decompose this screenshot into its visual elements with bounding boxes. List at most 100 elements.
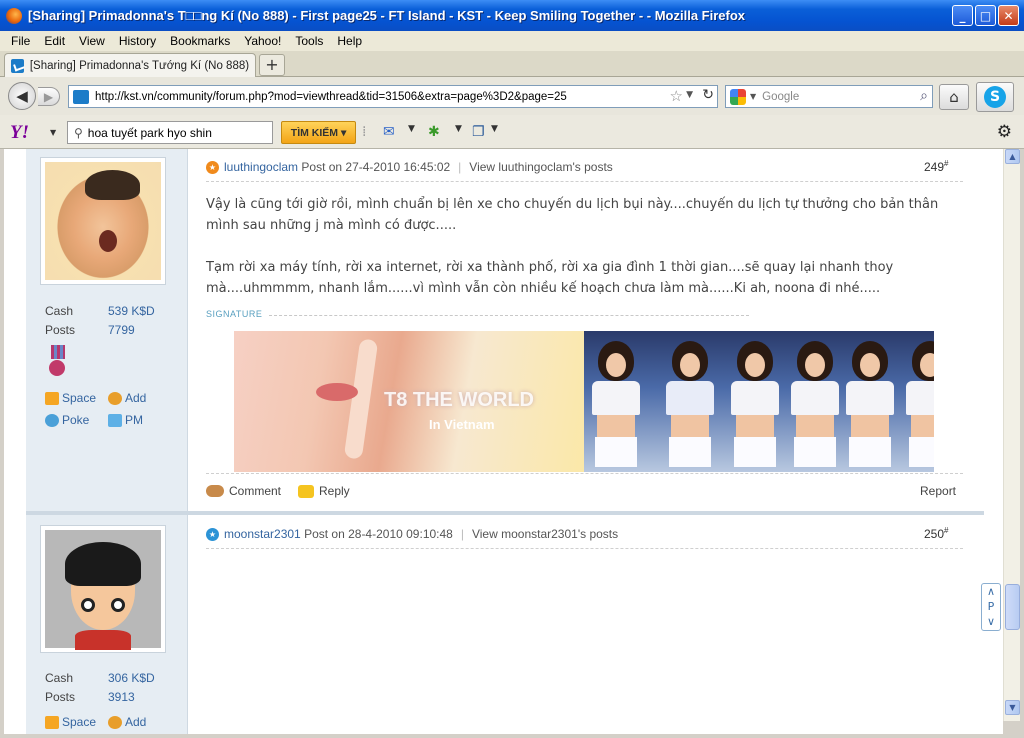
- yahoo-search-query[interactable]: hoa tuyết park hyo shin: [88, 126, 212, 140]
- post-separator: [26, 511, 984, 515]
- scrollbar-thumb[interactable]: [1005, 584, 1020, 630]
- search-icon[interactable]: ⌕: [920, 88, 928, 104]
- bookmark-star-icon[interactable]: ☆: [670, 87, 683, 105]
- tab-strip: [Sharing] Primadonna's Tướng Kí (No 888)…: [0, 51, 1024, 77]
- report-button[interactable]: Report: [920, 484, 956, 498]
- posts-count[interactable]: 3913: [108, 690, 135, 704]
- mail-dropdown-icon[interactable]: ▼: [408, 124, 415, 134]
- mail-icon[interactable]: ✉: [383, 124, 395, 140]
- menu-tools[interactable]: Tools: [288, 34, 330, 48]
- posts-label: Posts: [45, 323, 76, 337]
- online-star-icon: ★: [206, 160, 219, 174]
- posts-count[interactable]: 7799: [108, 323, 135, 337]
- post-header: ★ luuthingoclam Post on 27-4-2010 16:45:…: [206, 160, 613, 174]
- signature-divider: [269, 315, 749, 316]
- cash-label: Cash: [45, 304, 74, 318]
- scroll-down-arrow-icon[interactable]: ▼: [1005, 700, 1020, 715]
- url-bar[interactable]: http://kst.vn/community/forum.php?mod=vi…: [68, 85, 718, 108]
- search-bar[interactable]: ▼ Google ⌕: [725, 85, 933, 108]
- yahoo-search-input[interactable]: ⚲ hoa tuyết park hyo shin: [67, 121, 273, 144]
- post-header-divider: [206, 548, 963, 549]
- view-author-posts-link[interactable]: View luuthingoclam's posts: [469, 160, 612, 174]
- menu-file[interactable]: File: [4, 34, 37, 48]
- post-author[interactable]: luuthingoclam: [224, 160, 298, 174]
- yahoo-toolbar: Y! ▼ ⚲ hoa tuyết park hyo shin TÌM KIẾM …: [0, 115, 1024, 149]
- mail-pm-icon: [108, 413, 122, 427]
- vertical-scrollbar[interactable]: ▲ ▼: [1003, 149, 1020, 721]
- add-friend-link[interactable]: Add: [108, 715, 146, 729]
- medal-icon[interactable]: [49, 345, 67, 377]
- skype-icon: S: [984, 86, 1006, 108]
- scroll-up-arrow-icon[interactable]: ▲: [1005, 149, 1020, 164]
- minimize-button[interactable]: _: [952, 5, 973, 26]
- banner-title: T8 THE WORLD: [384, 389, 534, 411]
- home-button[interactable]: ⌂: [939, 84, 969, 110]
- home-space-icon: [45, 391, 59, 405]
- close-button[interactable]: ✕: [998, 5, 1019, 26]
- forum-page: Cash 539 K$D Posts 7799 Space Add Poke P…: [4, 149, 1003, 734]
- post-message: Vậy là cũng tới giờ rồi, mình chuẩn bị l…: [206, 194, 966, 320]
- bookmarks-icon[interactable]: ❐: [472, 124, 485, 140]
- post-footer-divider: [206, 473, 963, 474]
- menu-yahoo[interactable]: Yahoo!: [237, 34, 288, 48]
- skype-button[interactable]: S: [976, 82, 1014, 112]
- space-link[interactable]: Space: [45, 715, 96, 729]
- user-stats: Cash 539 K$D Posts 7799: [45, 304, 175, 344]
- add-friend-icon: [108, 391, 122, 405]
- poke-link[interactable]: Poke: [45, 413, 89, 427]
- banner-subtitle: In Vietnam: [429, 417, 495, 432]
- menu-bar: File Edit View History Bookmarks Yahoo! …: [0, 31, 1024, 51]
- menu-edit[interactable]: Edit: [37, 34, 72, 48]
- engine-dropdown-icon[interactable]: ▼: [750, 92, 756, 101]
- menu-view[interactable]: View: [72, 34, 112, 48]
- post-paragraph: Vậy là cũng tới giờ rồi, mình chuẩn bị l…: [206, 197, 939, 233]
- post-date: Post on 28-4-2010 09:10:48: [304, 527, 453, 541]
- firefox-icon[interactable]: [6, 7, 22, 24]
- pm-link[interactable]: PM: [108, 413, 143, 427]
- space-link[interactable]: Space: [45, 391, 96, 405]
- menu-help[interactable]: Help: [330, 34, 369, 48]
- back-arrow-icon: ◀: [16, 87, 28, 105]
- maximize-button[interactable]: □: [975, 5, 996, 26]
- bookmarks-dropdown-icon[interactable]: ▼: [491, 124, 498, 134]
- sparkle-icon[interactable]: ✱: [428, 124, 440, 140]
- view-author-posts-link[interactable]: View moonstar2301's posts: [472, 527, 618, 541]
- navigation-bar: ◀ ▶ http://kst.vn/community/forum.php?mo…: [0, 77, 1024, 115]
- scroll-top-bottom-widget[interactable]: ∧ P ∨: [981, 583, 1001, 631]
- yahoo-search-button[interactable]: TÌM KIẾM ▾: [281, 121, 356, 144]
- yahoo-logo[interactable]: Y!: [10, 122, 29, 144]
- add-friend-icon: [108, 715, 122, 729]
- yahoo-dropdown-icon[interactable]: ▼: [50, 128, 56, 137]
- menu-history[interactable]: History: [112, 34, 163, 48]
- tab-label: [Sharing] Primadonna's Tướng Kí (No 888)…: [29, 59, 249, 72]
- post-number[interactable]: 249#: [924, 159, 948, 174]
- menu-bookmarks[interactable]: Bookmarks: [163, 34, 237, 48]
- toolbar-divider-icon: ⁞: [362, 124, 367, 140]
- window-title: [Sharing] Primadonna's T□□ng Kí (No 888)…: [28, 8, 746, 23]
- google-engine-icon[interactable]: [730, 88, 746, 105]
- tab-current[interactable]: [Sharing] Primadonna's Tướng Kí (No 888)…: [4, 53, 256, 77]
- poke-icon: [45, 413, 59, 427]
- site-identity-icon[interactable]: [73, 89, 89, 104]
- post-paragraph: Tạm rời xa máy tính, rời xa internet, rờ…: [206, 260, 894, 296]
- page-viewport: Cash 539 K$D Posts 7799 Space Add Poke P…: [0, 149, 1024, 738]
- reply-icon: [298, 484, 314, 498]
- home-icon: ⌂: [949, 88, 959, 106]
- post-number[interactable]: 250#: [924, 526, 948, 541]
- reply-button[interactable]: Reply: [298, 484, 350, 498]
- sparkle-dropdown-icon[interactable]: ▼: [455, 124, 462, 134]
- avatar[interactable]: [40, 157, 166, 285]
- add-friend-link[interactable]: Add: [108, 391, 146, 405]
- comment-button[interactable]: Comment: [206, 484, 281, 498]
- back-button[interactable]: ◀: [8, 82, 36, 110]
- avatar[interactable]: [40, 525, 166, 653]
- post-author[interactable]: moonstar2301: [224, 527, 301, 541]
- forward-button[interactable]: ▶: [38, 87, 60, 106]
- site-favicon-icon: [11, 58, 24, 73]
- reload-icon[interactable]: ↻: [702, 87, 714, 103]
- url-text[interactable]: http://kst.vn/community/forum.php?mod=vi…: [95, 91, 567, 103]
- search-placeholder: Google: [762, 90, 800, 103]
- gear-icon[interactable]: ⚙: [997, 122, 1012, 142]
- new-tab-button[interactable]: +: [259, 54, 285, 76]
- url-dropdown-icon[interactable]: ▼: [686, 90, 693, 100]
